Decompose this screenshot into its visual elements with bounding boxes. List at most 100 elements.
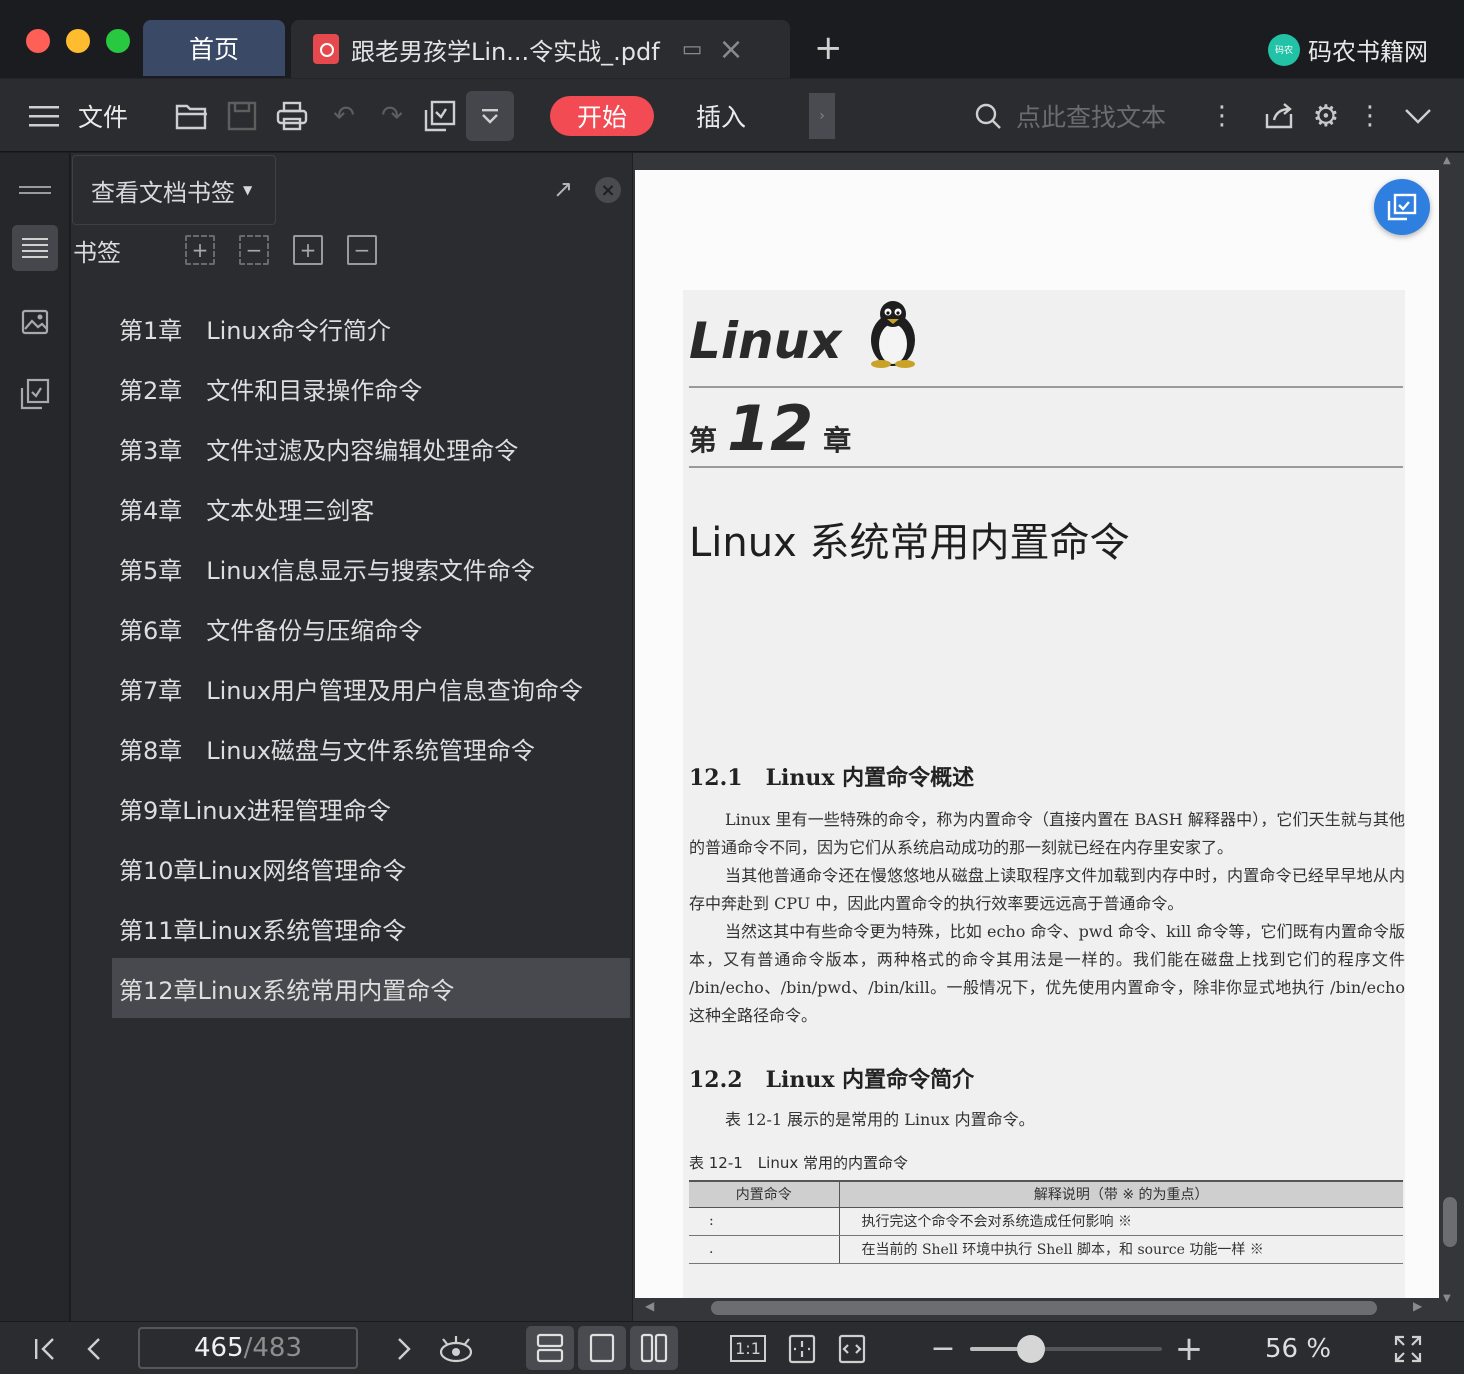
chapter-prefix: 第	[689, 424, 718, 457]
redo-icon[interactable]: ↷	[374, 79, 410, 153]
bookmark-list: 第1章 Linux命令行简介 第2章 文件和目录操作命令 第3章 文件过滤及内容…	[112, 298, 630, 1018]
section-heading: 12.1 Linux 内置命令概述	[689, 760, 974, 792]
undo-icon[interactable]: ↶	[326, 79, 362, 153]
chapter-title: Linux 系统常用内置命令	[689, 520, 1130, 566]
table-header-cell: 内置命令	[689, 1180, 840, 1208]
new-tab-button[interactable]: +	[814, 28, 843, 68]
fit-page-icon[interactable]	[784, 1322, 820, 1374]
minimize-window-button[interactable]	[66, 29, 90, 53]
scroll-down-arrow-icon[interactable]: ▼	[1443, 1293, 1451, 1304]
convert-icon[interactable]	[420, 79, 460, 153]
more-vertical-icon[interactable]: ⋮	[1357, 79, 1383, 153]
bookmark-item-ch1[interactable]: 第1章 Linux命令行简介	[112, 298, 630, 358]
caret-down-icon: ▼	[243, 183, 253, 197]
close-window-button[interactable]	[26, 29, 50, 53]
brand-link[interactable]: 码农 码农书籍网	[1268, 32, 1428, 67]
image-icon[interactable]	[12, 299, 58, 345]
bookmark-item-ch8[interactable]: 第8章 Linux磁盘与文件系统管理命令	[112, 718, 630, 778]
zoom-slider[interactable]	[970, 1335, 1162, 1363]
collapse-panel-icon[interactable]	[12, 167, 58, 213]
bookmark-item-ch12[interactable]: 第12章Linux系统常用内置命令	[112, 958, 630, 1018]
open-folder-icon[interactable]	[172, 79, 212, 153]
scroll-up-arrow-icon[interactable]: ▲	[1443, 155, 1451, 166]
tux-penguin-icon	[871, 301, 915, 368]
scroll-left-arrow-icon[interactable]: ◀	[645, 1299, 654, 1313]
bookmark-item-ch10[interactable]: 第10章Linux网络管理命令	[112, 838, 630, 898]
chapter-brand: Linux	[689, 312, 842, 370]
more-dropdown-icon[interactable]	[466, 91, 514, 141]
document-viewport[interactable]: Linux 第 12 章 Linux 系统常用内置命令 12.1 Linux 内…	[633, 153, 1464, 1321]
file-menu-button[interactable]: 文件	[78, 79, 128, 153]
gear-icon[interactable]: ⚙	[1308, 79, 1344, 153]
bookmark-item-ch11[interactable]: 第11章Linux系统管理命令	[112, 898, 630, 958]
zoom-level[interactable]: 56 %	[1262, 1322, 1334, 1374]
search-input[interactable]: 点此查找文本	[1016, 79, 1166, 153]
bookmark-item-ch9[interactable]: 第9章Linux进程管理命令	[112, 778, 630, 838]
expand-all-icon[interactable]: +	[185, 235, 215, 265]
pdf-file-icon	[313, 34, 339, 64]
first-page-icon[interactable]	[30, 1322, 60, 1374]
zoom-window-button[interactable]	[106, 29, 130, 53]
bookmark-item-ch6[interactable]: 第6章 文件备份与压缩命令	[112, 598, 630, 658]
paragraph: 表 12-1 展示的是常用的 Linux 内置命令。	[725, 1110, 1035, 1129]
bookmark-item-ch3[interactable]: 第3章 文件过滤及内容编辑处理命令	[112, 418, 630, 478]
bookmark-item-ch5[interactable]: 第5章 Linux信息显示与搜索文件命令	[112, 538, 630, 598]
zoom-slider-handle[interactable]	[1017, 1335, 1046, 1363]
more-vertical-icon[interactable]: ⋮	[1209, 79, 1235, 153]
collapse-all-icon[interactable]: −	[239, 235, 269, 265]
section-number: 12.1	[689, 765, 743, 791]
fullscreen-icon[interactable]	[1390, 1322, 1426, 1374]
two-page-view-icon[interactable]	[630, 1326, 678, 1370]
zoom-in-icon[interactable]: +	[1174, 1322, 1204, 1374]
table-row: . 在当前的 Shell 环境中执行 Shell 脚本，和 source 功能一…	[689, 1235, 1403, 1264]
section-number: 12.2	[689, 1067, 743, 1093]
menu-icon[interactable]	[28, 79, 60, 153]
bookmarks-list-icon[interactable]	[12, 225, 58, 271]
table-cell: 执行完这个命令不会对系统造成任何影响 ※	[839, 1207, 1403, 1236]
bookmark-view-label: 查看文档书签	[91, 178, 235, 207]
pdf-page: Linux 第 12 章 Linux 系统常用内置命令 12.1 Linux 内…	[635, 170, 1439, 1298]
next-page-icon[interactable]	[392, 1322, 416, 1374]
bookmark-view-dropdown[interactable]: 查看文档书签 ▼	[72, 155, 276, 225]
chevron-down-icon[interactable]	[1398, 79, 1438, 153]
continuous-view-icon[interactable]	[526, 1326, 574, 1370]
tab-scroll-right-button[interactable]: ›	[809, 93, 835, 139]
signature-icon[interactable]	[12, 371, 58, 417]
zoom-out-icon[interactable]: −	[928, 1322, 958, 1374]
convert-document-icon[interactable]	[1374, 179, 1430, 235]
table-cell: :	[689, 1207, 840, 1236]
tab-document[interactable]: 跟老男孩学Lin...令实战_.pdf ▭ ×	[291, 20, 790, 78]
previous-page-icon[interactable]	[82, 1322, 106, 1374]
close-tab-icon[interactable]: ×	[718, 32, 743, 67]
horizontal-scrollbar[interactable]	[711, 1301, 1377, 1315]
bookmark-item-ch7[interactable]: 第7章 Linux用户管理及用户信息查询命令	[112, 658, 630, 718]
fit-width-icon[interactable]	[834, 1322, 870, 1374]
close-panel-icon[interactable]: ×	[595, 177, 621, 203]
add-bookmark-icon[interactable]: +	[293, 235, 323, 265]
save-icon[interactable]	[222, 79, 262, 153]
print-icon[interactable]	[272, 79, 312, 153]
brand-name: 码农书籍网	[1308, 38, 1428, 66]
scroll-right-arrow-icon[interactable]: ▶	[1413, 1299, 1422, 1313]
delete-bookmark-icon[interactable]: −	[347, 235, 377, 265]
side-rail	[0, 153, 70, 1321]
page-separator: /	[243, 1333, 253, 1363]
search-icon[interactable]	[972, 79, 1004, 153]
vertical-scrollbar[interactable]	[1443, 1197, 1457, 1247]
eye-protection-icon[interactable]	[436, 1322, 476, 1374]
tab-start[interactable]: 开始	[550, 96, 654, 136]
single-page-view-icon[interactable]	[578, 1326, 626, 1370]
bookmark-item-ch2[interactable]: 第2章 文件和目录操作命令	[112, 358, 630, 418]
actual-size-label: 1:1	[730, 1335, 766, 1362]
actual-size-icon[interactable]: 1:1	[730, 1322, 766, 1374]
tab-home[interactable]: 首页	[143, 20, 285, 76]
share-icon[interactable]	[1262, 79, 1296, 153]
bookmark-item-ch4[interactable]: 第4章 文本处理三剑客	[112, 478, 630, 538]
brand-logo-icon: 码农	[1268, 33, 1300, 66]
page-number-field[interactable]: 465/483	[138, 1327, 358, 1369]
monitor-icon[interactable]: ▭	[682, 37, 703, 62]
tab-home-label: 首页	[188, 35, 239, 64]
paragraph: 当其他普通命令还在慢悠悠地从磁盘上读取程序文件加载到内存中时，内置命令已经早早地…	[689, 866, 1405, 913]
pop-out-icon[interactable]: ↗	[553, 175, 573, 203]
tab-insert[interactable]: 插入	[696, 79, 746, 153]
